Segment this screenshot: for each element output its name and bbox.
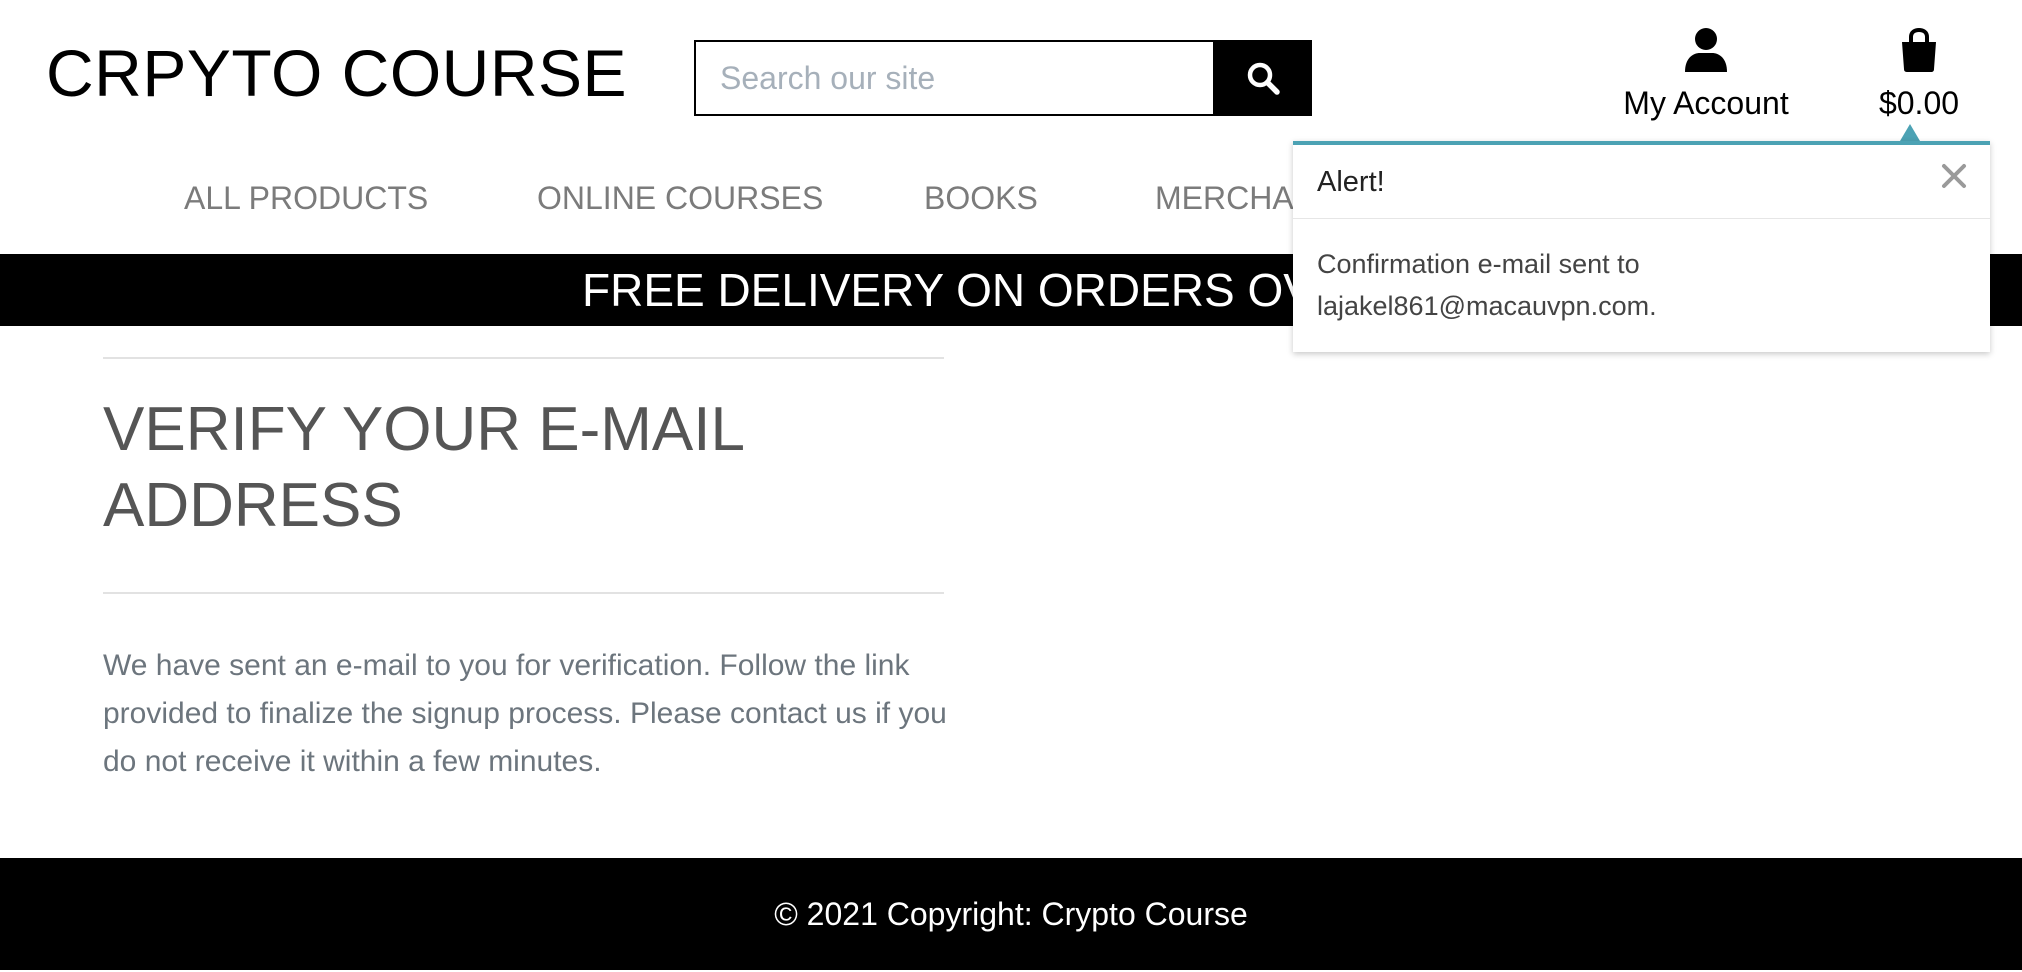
shopping-bag-icon: [1902, 27, 1936, 72]
nav-item-all-products[interactable]: ALL PRODUCTS: [184, 178, 428, 218]
verification-message: We have sent an e-mail to you for verifi…: [103, 649, 947, 778]
alert-message: Confirmation e-mail sent to lajakel861@m…: [1317, 243, 1967, 327]
delivery-banner-text: FREE DELIVERY ON ORDERS OVE: [582, 264, 1345, 316]
alert-pointer: [1900, 124, 1920, 141]
alert-header: Alert!: [1293, 145, 1990, 219]
page-title: VERIFY YOUR E-MAIL ADDRESS: [103, 395, 743, 540]
alert-close-button[interactable]: [1937, 159, 1971, 193]
my-account-link[interactable]: My Account: [1610, 28, 1802, 119]
user-icon: [1685, 28, 1727, 72]
divider-bottom: [103, 592, 944, 594]
search-icon: [1247, 62, 1280, 95]
copyright-text: © 2021 Copyright: Crypto Course: [774, 896, 1248, 932]
nav-item-books[interactable]: BOOKS: [924, 178, 1038, 218]
main-nav: ALL PRODUCTS ONLINE COURSES BOOKS MERCHA…: [0, 178, 1317, 228]
cart-total: $0.00: [1878, 85, 1960, 121]
nav-item-online-courses[interactable]: ONLINE COURSES: [537, 178, 823, 218]
footer: © 2021 Copyright: Crypto Course: [0, 858, 2022, 970]
my-account-label: My Account: [1623, 85, 1789, 121]
search-button[interactable]: [1213, 40, 1312, 116]
alert-email: lajakel861@macauvpn.com.: [1317, 291, 1657, 321]
cart-link[interactable]: $0.00: [1860, 27, 1978, 121]
search-input[interactable]: [694, 40, 1213, 116]
site-logo[interactable]: CRPYTO COURSE: [46, 40, 627, 106]
alert-message-line: Confirmation e-mail sent to: [1317, 249, 1640, 279]
alert-title: Alert!: [1317, 166, 1385, 198]
alert-popover: Alert! Confirmation e-mail sent to lajak…: [1293, 141, 1990, 352]
close-icon: [1942, 164, 1966, 188]
search-form: [694, 40, 1312, 116]
divider-top: [103, 357, 944, 359]
